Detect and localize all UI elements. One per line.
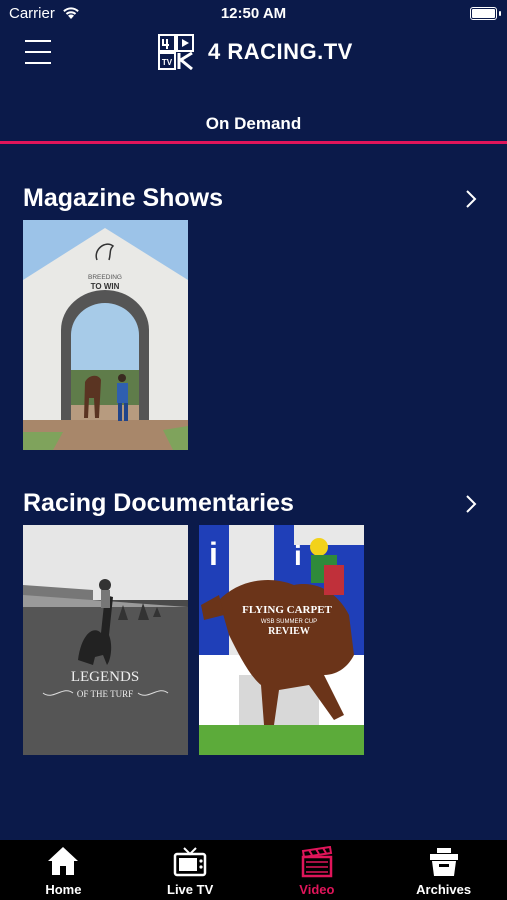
section-magazine-shows: Magazine Shows BREEDING TO WIN [0, 180, 507, 460]
section-title: Magazine Shows [23, 184, 224, 212]
video-thumbnail-flying-carpet[interactable]: i i FLYING CARPET WSB SUMMER CUP REVIEW [199, 525, 364, 755]
hamburger-menu-button[interactable] [25, 40, 51, 64]
status-time: 12:50 AM [220, 5, 287, 22]
svg-text:BREEDING: BREEDING [88, 274, 122, 281]
tab-archives-label: Archives [416, 882, 472, 897]
tab-active-indicator [0, 141, 507, 144]
app-header: TV 4 RACING.TV [0, 28, 507, 80]
tab-home-label: Home [45, 882, 82, 897]
svg-text:FLYING CARPET: FLYING CARPET [242, 604, 332, 616]
logo-text: 4 RACING.TV [208, 39, 353, 64]
video-thumbnail-breeding-to-win[interactable]: BREEDING TO WIN [23, 220, 188, 450]
tab-live-tv[interactable]: Live TV [127, 840, 254, 900]
chevron-right-icon[interactable] [465, 189, 477, 209]
svg-text:LEGENDS: LEGENDS [71, 669, 139, 685]
thumbnail-image: i i FLYING CARPET WSB SUMMER CUP REVIEW [199, 525, 364, 755]
section-racing-documentaries: Racing Documentaries LEGENDS OF THE TURF [0, 485, 507, 765]
tab-on-demand[interactable]: On Demand [0, 108, 507, 144]
status-bar: Carrier 12:50 AM [0, 0, 507, 28]
thumbnail-image: LEGENDS OF THE TURF [23, 525, 188, 755]
home-icon [48, 847, 79, 875]
tab-home[interactable]: Home [0, 840, 127, 900]
svg-text:TV: TV [162, 58, 173, 67]
hamburger-line-icon [25, 51, 51, 53]
svg-text:TO WIN: TO WIN [91, 282, 120, 291]
tab-video-label: Video [299, 882, 335, 897]
svg-text:WSB SUMMER CUP: WSB SUMMER CUP [261, 619, 317, 625]
svg-text:i: i [294, 540, 302, 571]
clapperboard-icon [301, 846, 333, 878]
archive-box-icon [429, 848, 458, 876]
section-title: Racing Documentaries [23, 489, 294, 517]
hamburger-line-icon [25, 62, 51, 64]
tab-video[interactable]: Video [254, 840, 381, 900]
svg-text:i: i [209, 536, 218, 572]
bottom-tab-bar: Home Live TV Video Archives [0, 840, 507, 900]
video-thumbnail-legends-of-the-turf[interactable]: LEGENDS OF THE TURF [23, 525, 188, 755]
svg-text:REVIEW: REVIEW [268, 626, 310, 637]
tab-on-demand-label: On Demand [205, 114, 302, 133]
hamburger-line-icon [25, 40, 51, 42]
svg-text:OF THE TURF: OF THE TURF [77, 689, 133, 699]
tab-archives[interactable]: Archives [380, 840, 507, 900]
logo-mark-icon: TV [158, 34, 194, 70]
chevron-right-icon[interactable] [465, 494, 477, 514]
tv-icon [173, 847, 207, 877]
battery-icon [470, 7, 497, 20]
tab-live-tv-label: Live TV [167, 882, 214, 897]
thumbnail-image: BREEDING TO WIN [23, 220, 188, 450]
app-logo: TV 4 RACING.TV [158, 33, 353, 71]
